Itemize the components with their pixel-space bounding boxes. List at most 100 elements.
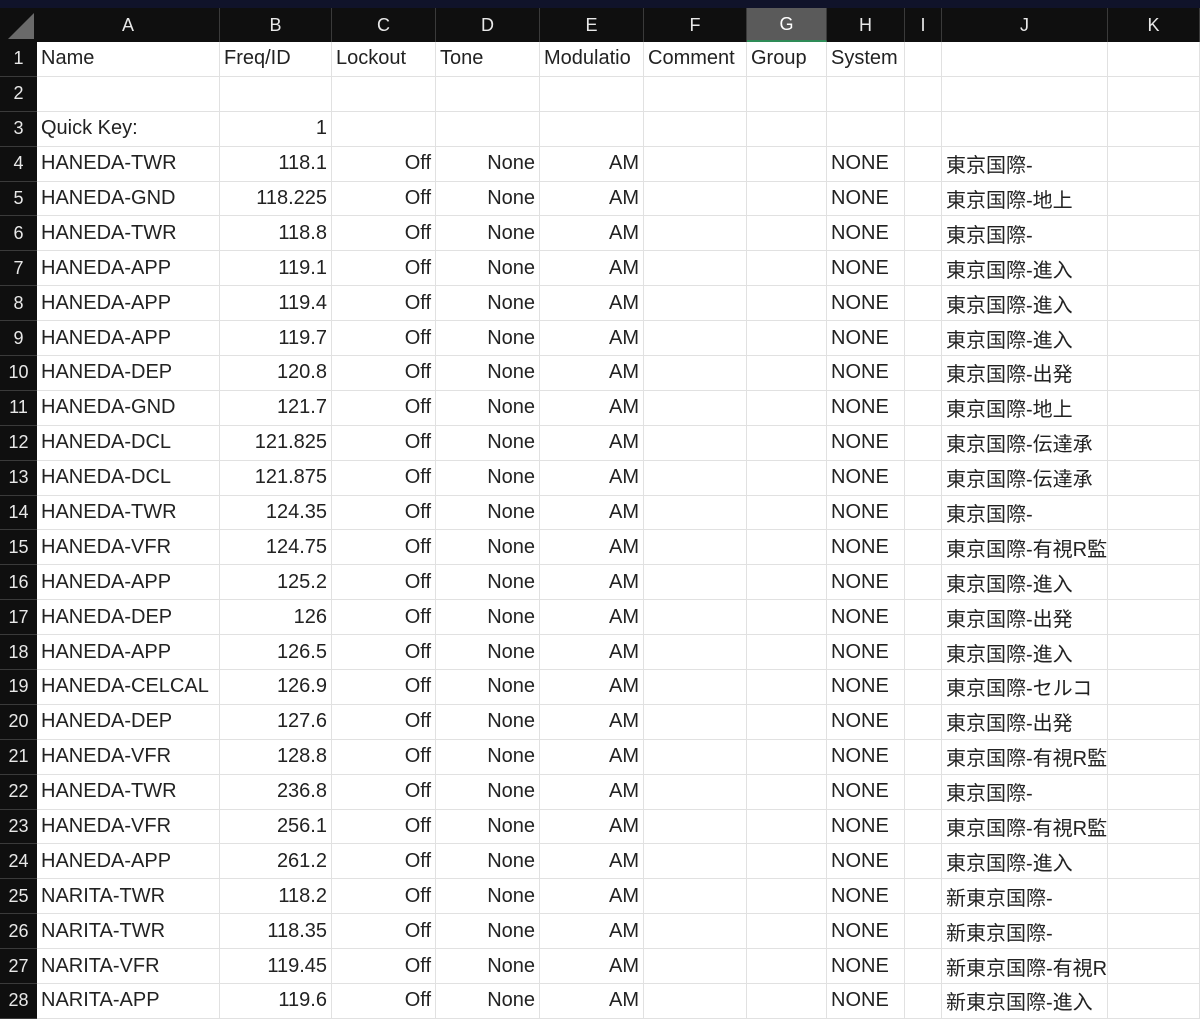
cell-a27[interactable]: NARITA-VFR [37, 949, 220, 985]
cell-f9[interactable] [644, 321, 747, 357]
cell-a16[interactable]: HANEDA-APP [37, 565, 220, 601]
cell-c17[interactable]: Off [332, 600, 436, 636]
cell-f25[interactable] [644, 879, 747, 915]
cell-h3[interactable] [827, 111, 905, 147]
cell-a5[interactable]: HANEDA-GND [37, 181, 220, 217]
row-header-20[interactable]: 20 [0, 704, 37, 740]
cell-h22[interactable]: NONE [827, 774, 905, 810]
row-header-15[interactable]: 15 [0, 530, 37, 566]
cell-h24[interactable]: NONE [827, 844, 905, 880]
cell-c3[interactable] [332, 111, 436, 147]
cell-i14[interactable] [905, 495, 942, 531]
cell-d4[interactable]: None [436, 146, 540, 182]
cell-h2[interactable] [827, 76, 905, 112]
row-header-18[interactable]: 18 [0, 635, 37, 671]
cell-a3[interactable]: Quick Key: [37, 111, 220, 147]
cell-b17[interactable]: 126 [220, 600, 332, 636]
row-header-6[interactable]: 6 [0, 216, 37, 252]
row-header-7[interactable]: 7 [0, 251, 37, 287]
cell-k12[interactable] [1108, 425, 1200, 461]
cell-h4[interactable]: NONE [827, 146, 905, 182]
cell-k21[interactable] [1108, 739, 1200, 775]
cell-d18[interactable]: None [436, 635, 540, 671]
cell-a25[interactable]: NARITA-TWR [37, 879, 220, 915]
cell-f2[interactable] [644, 76, 747, 112]
cell-g4[interactable] [747, 146, 827, 182]
cell-b22[interactable]: 236.8 [220, 774, 332, 810]
row-header-22[interactable]: 22 [0, 774, 37, 810]
cell-f5[interactable] [644, 181, 747, 217]
cell-c20[interactable]: Off [332, 704, 436, 740]
cell-d23[interactable]: None [436, 809, 540, 845]
cell-e20[interactable]: AM [540, 704, 644, 740]
cell-i27[interactable] [905, 949, 942, 985]
cell-i4[interactable] [905, 146, 942, 182]
cell-k10[interactable] [1108, 356, 1200, 391]
cell-f7[interactable] [644, 251, 747, 287]
cell-g13[interactable] [747, 460, 827, 496]
cell-i28[interactable] [905, 984, 942, 1019]
cell-e10[interactable]: AM [540, 356, 644, 391]
cell-g21[interactable] [747, 739, 827, 775]
cell-c5[interactable]: Off [332, 181, 436, 217]
cell-a24[interactable]: HANEDA-APP [37, 844, 220, 880]
row-header-2[interactable]: 2 [0, 76, 37, 112]
row-header-14[interactable]: 14 [0, 495, 37, 531]
cell-k8[interactable] [1108, 286, 1200, 322]
column-header-f[interactable]: F [644, 8, 747, 42]
cell-f3[interactable] [644, 111, 747, 147]
cell-b28[interactable]: 119.6 [220, 984, 332, 1019]
cell-b12[interactable]: 121.825 [220, 425, 332, 461]
cell-f11[interactable] [644, 390, 747, 426]
cell-j5[interactable]: 東京国際-地上 [942, 181, 1108, 217]
cell-g5[interactable] [747, 181, 827, 217]
cell-j22[interactable]: 東京国際- [942, 774, 1108, 810]
cell-g12[interactable] [747, 425, 827, 461]
cell-d27[interactable]: None [436, 949, 540, 985]
cell-d24[interactable]: None [436, 844, 540, 880]
cell-i1[interactable] [905, 42, 942, 77]
cell-b18[interactable]: 126.5 [220, 635, 332, 671]
cell-c23[interactable]: Off [332, 809, 436, 845]
cell-i9[interactable] [905, 321, 942, 357]
cell-c2[interactable] [332, 76, 436, 112]
row-header-16[interactable]: 16 [0, 565, 37, 601]
cell-e17[interactable]: AM [540, 600, 644, 636]
cell-f8[interactable] [644, 286, 747, 322]
column-header-k[interactable]: K [1108, 8, 1200, 42]
cell-d20[interactable]: None [436, 704, 540, 740]
cell-f18[interactable] [644, 635, 747, 671]
cell-b9[interactable]: 119.7 [220, 321, 332, 357]
cell-a19[interactable]: HANEDA-CELCAL [37, 670, 220, 705]
row-header-1[interactable]: 1 [0, 42, 37, 77]
cell-a22[interactable]: HANEDA-TWR [37, 774, 220, 810]
cell-b16[interactable]: 125.2 [220, 565, 332, 601]
cell-f15[interactable] [644, 530, 747, 566]
cell-c21[interactable]: Off [332, 739, 436, 775]
cell-c19[interactable]: Off [332, 670, 436, 705]
cell-i2[interactable] [905, 76, 942, 112]
cell-e12[interactable]: AM [540, 425, 644, 461]
cell-h16[interactable]: NONE [827, 565, 905, 601]
cell-f10[interactable] [644, 356, 747, 391]
cell-a21[interactable]: HANEDA-VFR [37, 739, 220, 775]
cell-i13[interactable] [905, 460, 942, 496]
cell-f24[interactable] [644, 844, 747, 880]
column-header-g[interactable]: G [747, 8, 827, 42]
cell-k3[interactable] [1108, 111, 1200, 147]
cell-e1[interactable]: Modulatio [540, 42, 644, 77]
cell-g7[interactable] [747, 251, 827, 287]
cell-g11[interactable] [747, 390, 827, 426]
cell-d11[interactable]: None [436, 390, 540, 426]
cell-h13[interactable]: NONE [827, 460, 905, 496]
row-header-4[interactable]: 4 [0, 146, 37, 182]
cell-c6[interactable]: Off [332, 216, 436, 252]
cell-g18[interactable] [747, 635, 827, 671]
cell-b26[interactable]: 118.35 [220, 914, 332, 950]
cell-e3[interactable] [540, 111, 644, 147]
cell-k27[interactable] [1108, 949, 1200, 985]
cell-h10[interactable]: NONE [827, 356, 905, 391]
cell-f14[interactable] [644, 495, 747, 531]
cell-g25[interactable] [747, 879, 827, 915]
cell-e28[interactable]: AM [540, 984, 644, 1019]
